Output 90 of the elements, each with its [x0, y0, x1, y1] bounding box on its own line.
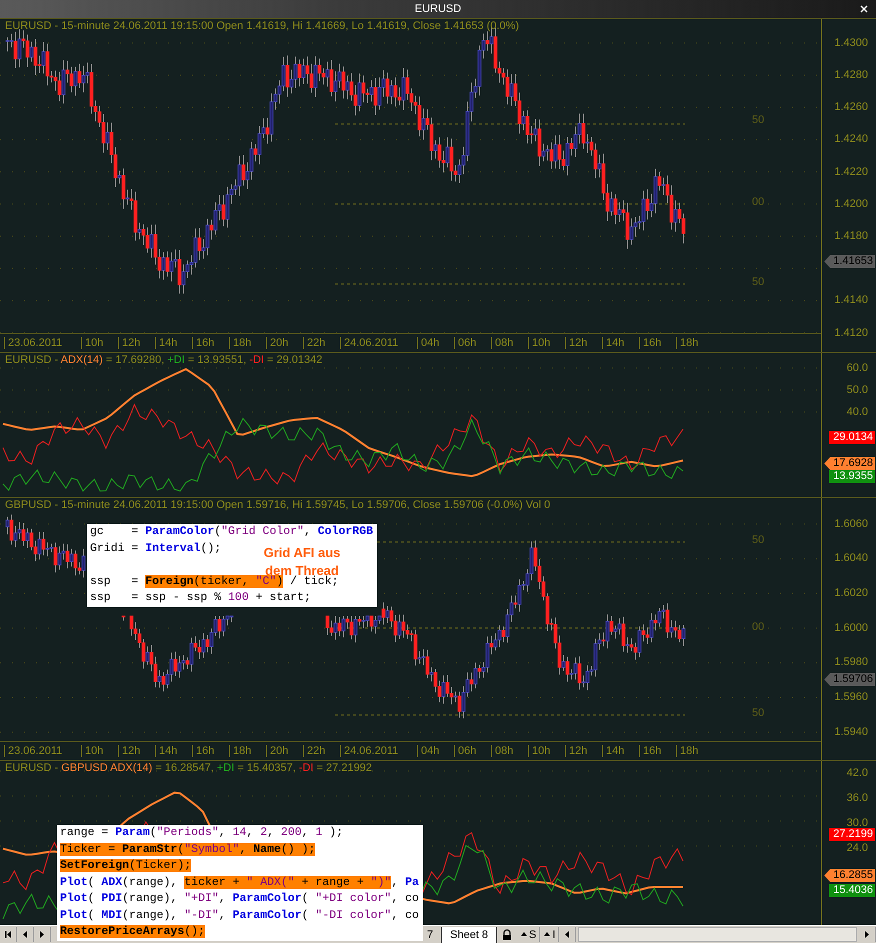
axis-tick-label: 1.6040 [834, 552, 868, 564]
axis-tick-label: 1.6020 [834, 587, 868, 600]
time-axis-label: 10h [528, 745, 565, 757]
time-axis-label: 12h [565, 337, 602, 349]
grid-level-label: 00 [752, 196, 764, 208]
time-axis-label: 14h [602, 745, 639, 757]
time-axis-label: 14h [602, 337, 639, 349]
time-axis-label: 16h [639, 745, 676, 757]
value-tag: 17.6928 [824, 457, 875, 470]
time-axis-label: 04h [417, 745, 454, 757]
time-axis-label: 18h [229, 745, 266, 757]
axis-tick-label: 40.0 [846, 406, 868, 418]
time-axis-label: 10h [81, 745, 118, 757]
axis-tick-label: 1.4260 [834, 101, 868, 114]
value-tag: 27.2199 [829, 828, 875, 841]
time-axis-label: 24.06.2011 [340, 337, 417, 349]
window-title: EURUSD [414, 3, 462, 15]
axis-tick-label: 1.4200 [834, 198, 868, 210]
code-line: SetForeign(Ticker); [60, 858, 192, 874]
code-line: Plot( ADX(range), ticker + " ADX(" + range + ")", Pa [60, 874, 419, 890]
time-axis-label: 06h [454, 745, 491, 757]
toolbar-button[interactable]: I [540, 927, 560, 942]
axis-tick-label: 1.6000 [834, 622, 868, 634]
time-axis-label: 08h [491, 745, 528, 757]
time-axis-label: 24.06.2011 [340, 745, 417, 757]
time-axis-label: 18h [229, 337, 266, 349]
code-line: range = Param("Periods", 14, 2, 200, 1 ); [60, 825, 344, 841]
code-line: Plot( PDI(range), "+DI", ParamColor( "+DI color", co [60, 891, 419, 907]
axis-tick-label: 1.4220 [834, 166, 868, 178]
axis-tick-label: 30.0 [846, 817, 868, 829]
value-tag: 13.9355 [829, 470, 875, 483]
axis-tick-label: 1.5960 [834, 691, 868, 704]
time-axis-label: 16h [192, 745, 229, 757]
time-axis-label: 08h [491, 337, 528, 349]
toolbar-button[interactable]: S [517, 927, 540, 942]
time-axis-label: 12h [118, 337, 155, 349]
time-axis-label: 10h [81, 337, 118, 349]
time-axis-label: 20h [266, 337, 303, 349]
time-axis-label: 04h [417, 337, 454, 349]
chart-header: EURUSD - 15-minute 24.06.2011 19:15:00 Open 1.41619, Hi 1.41669, Lo 1.41619, Close 1.41653 (0.0%) [5, 20, 520, 32]
code-line: Ticker = ParamStr("Symbol", Name() ); [60, 842, 316, 858]
chart-header: EURUSD - GBPUSD ADX(14) = 16.28547, +DI = 15.40357, -DI = 27.21992 [5, 762, 372, 774]
axis-tick-label: 1.6060 [834, 518, 868, 530]
time-axis-label: 12h [118, 745, 155, 757]
code-line: RestorePriceArrays(); [60, 924, 205, 940]
sheet-tab[interactable]: Sheet 8 [442, 926, 498, 942]
axis-tick-label: 1.4280 [834, 69, 868, 82]
axis-tick-label: 1.4120 [834, 326, 868, 339]
code-line: Plot( MDI(range), "-DI", ParamColor( "-DI color", co [60, 908, 419, 924]
code-line: Gridi = Interval(); [90, 540, 222, 556]
grid-level-label: 50 [752, 707, 764, 719]
value-tag: 29.0134 [829, 431, 875, 444]
time-axis-label: 16h [639, 337, 676, 349]
time-axis-label: 10h [528, 337, 565, 349]
code-line: ssp = ssp - ssp % 100 + start; [90, 590, 311, 606]
time-axis-label: 16h [192, 337, 229, 349]
grid-level-label: 50 [752, 276, 764, 288]
axis-tick-label: 1.4240 [834, 133, 868, 146]
code-line: gc = ParamColor("Grid Color", ColorRGB [90, 524, 373, 540]
axis-tick-label: 1.5980 [834, 656, 868, 668]
value-tag: 1.59706 [824, 673, 875, 686]
axis-tick-label: 42.0 [846, 767, 868, 779]
chart-header: GBPUSD - 15-minute 24.06.2011 19:15:00 Open 1.59716, Hi 1.59745, Lo 1.59706, Close 1.59706 (-0.0%) Vol 0 [5, 499, 550, 511]
time-axis-label: 18h [676, 745, 713, 757]
axis-tick-label: 36.0 [846, 792, 868, 804]
grid-level-label: 50 [752, 534, 764, 546]
grid-level-label: 50 [752, 114, 764, 126]
time-axis-label: 23.06.2011 [4, 337, 81, 349]
axis-tick-label: 60.0 [846, 362, 868, 374]
code-line: ssp = Foreign(ticker, "C") / tick; [90, 574, 338, 590]
time-axis-label: 22h [303, 745, 340, 757]
grid-level-label: 00 [752, 621, 764, 633]
axis-tick-label: 1.4180 [834, 230, 868, 242]
time-axis-label: 20h [266, 745, 303, 757]
time-axis-label: 14h [155, 745, 192, 757]
axis-tick-label: 1.4140 [834, 294, 868, 306]
time-axis-label: 18h [676, 337, 713, 349]
axis-tick-label: 24.0 [846, 842, 868, 854]
axis-tick-label: 1.4300 [834, 36, 868, 49]
time-axis-label: 22h [303, 337, 340, 349]
chart-header: EURUSD - ADX(14) = 17.69280, +DI = 13.93551, -DI = 29.01342 [5, 354, 322, 366]
value-tag: 1.41653 [824, 255, 875, 268]
time-axis-label: 12h [565, 745, 602, 757]
time-axis-label: 06h [454, 337, 491, 349]
value-tag: 15.4036 [829, 884, 875, 897]
time-axis-label: 23.06.2011 [4, 745, 81, 757]
axis-tick-label: 50.0 [846, 384, 868, 396]
axis-tick-label: 1.5940 [834, 726, 868, 738]
value-tag: 16.2855 [824, 869, 875, 882]
time-axis-label: 14h [155, 337, 192, 349]
